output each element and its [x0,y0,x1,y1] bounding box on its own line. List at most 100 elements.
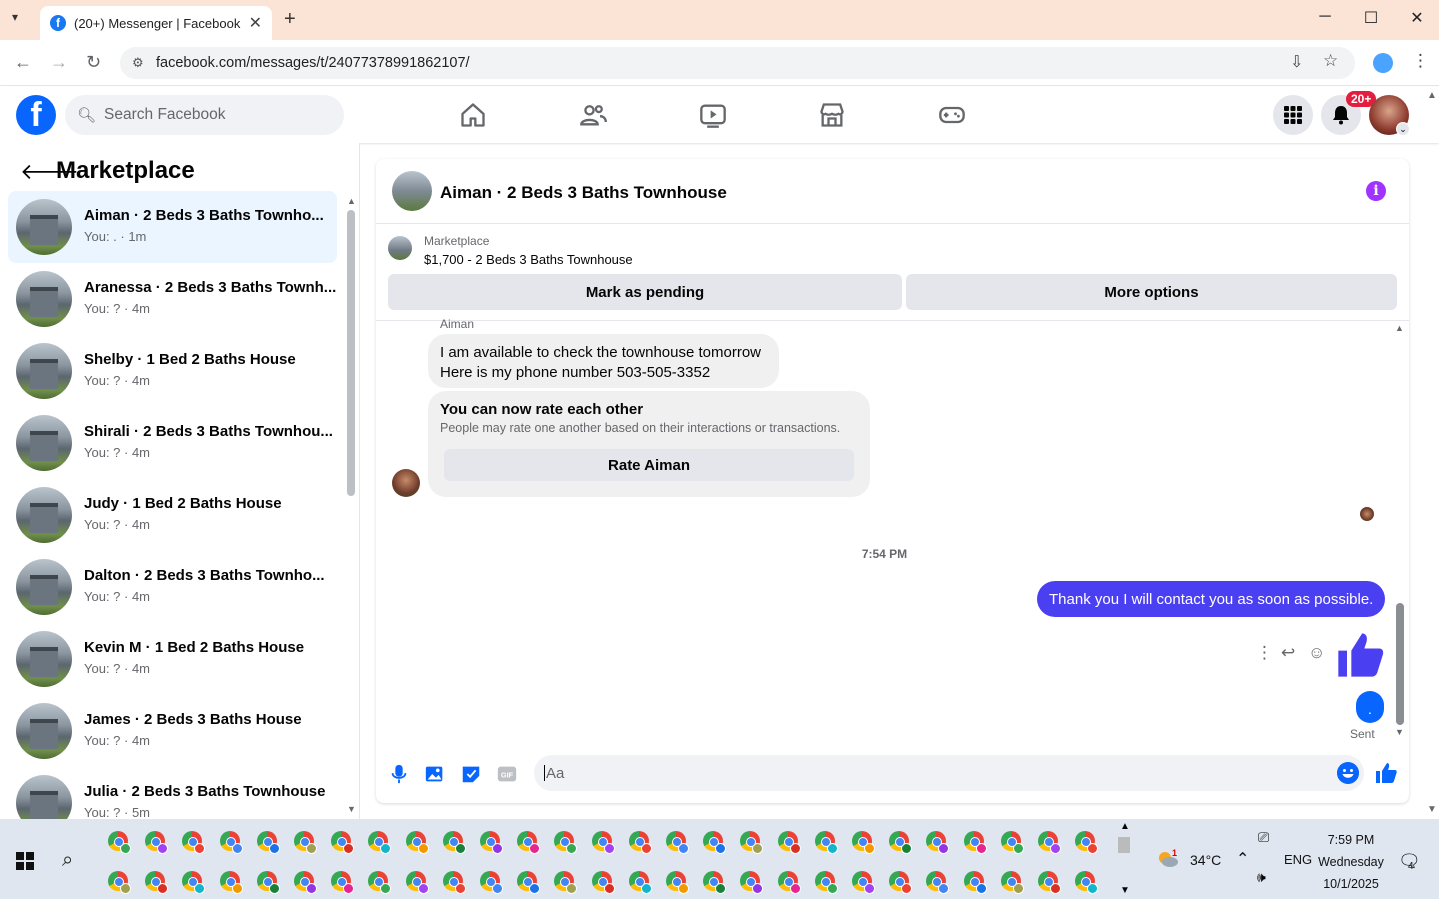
browser-menu-icon[interactable]: ⋮ [1412,51,1429,71]
chrome-profile-icon[interactable] [219,831,243,854]
taskbar-up-icon[interactable]: ▲ [1120,821,1130,832]
chrome-profile-icon[interactable] [703,871,727,894]
chrome-profile-icon[interactable] [1000,831,1024,854]
chrome-profile-icon[interactable] [703,831,727,854]
chrome-profile-icon[interactable] [591,831,615,854]
chrome-profile-icon[interactable] [554,871,578,894]
outgoing-dot-message[interactable]: . [1356,691,1384,723]
taskbar-scroll-thumb[interactable] [1118,837,1130,853]
conversation-item[interactable]: Shelby · 1 Bed 2 Baths House You: ? · 4m [8,335,337,407]
site-info-icon[interactable]: ⚙ [132,55,144,71]
chrome-profile-icon[interactable] [294,831,317,854]
new-tab-button[interactable]: + [284,8,296,31]
chrome-profile-icon[interactable] [814,871,838,894]
more-options-button[interactable]: More options [906,274,1397,310]
chrome-profile-icon[interactable] [294,871,317,894]
video-icon[interactable] [699,101,727,129]
scroll-up-arrow-icon[interactable]: ▲ [347,196,356,206]
temperature-text[interactable]: 34°C [1190,852,1221,868]
bookmark-star-icon[interactable]: ☆ [1323,51,1338,71]
photo-icon[interactable] [424,763,446,785]
chrome-profile-icon[interactable] [963,831,987,854]
microphone-icon[interactable] [388,763,410,785]
chat-listing-thumbnail[interactable] [392,171,432,211]
sidebar-scrollbar[interactable] [347,210,355,496]
friends-icon[interactable] [579,101,607,129]
page-scroll-down-icon[interactable]: ▼ [1427,804,1437,815]
conversation-item[interactable]: Shirali · 2 Beds 3 Baths Townhou... You:… [8,407,337,479]
chrome-profile-icon[interactable] [368,831,392,854]
rate-aiman-button[interactable]: Rate Aiman [444,449,854,481]
conversation-item[interactable]: Judy · 1 Bed 2 Baths House You: ? · 4m [8,479,337,551]
windows-start-icon[interactable] [16,852,34,870]
message-input[interactable]: Aa [534,755,1364,791]
chrome-profile-icon[interactable] [666,831,689,854]
chrome-profile-icon[interactable] [926,871,950,894]
chrome-profile-icon[interactable] [517,831,541,854]
chrome-profile-icon[interactable] [554,831,578,854]
chat-scroll-up-icon[interactable]: ▲ [1395,323,1404,333]
address-bar[interactable]: ⚙ facebook.com/messages/t/24077378991862… [120,47,1355,79]
chrome-profile-icon[interactable] [889,871,913,894]
tab-close-icon[interactable]: ✕ [249,13,262,33]
gif-icon[interactable]: GIF [496,763,518,785]
react-emoji-icon[interactable]: ☺ [1308,643,1325,663]
chrome-profile-icon[interactable] [740,871,764,894]
tray-overflow-chevron-icon[interactable]: ⌃ [1236,849,1249,869]
maximize-button[interactable]: ☐ [1356,8,1386,28]
chrome-profile-icon[interactable] [368,871,392,894]
chrome-profile-icon[interactable] [145,831,169,854]
taskbar-scroll[interactable]: ▲ ▼ [1117,819,1133,899]
chrome-profile-icon[interactable] [182,831,206,854]
chrome-profile-icon[interactable] [889,831,913,854]
conversation-item[interactable]: Julia · 2 Beds 3 Baths Townhouse You: ? … [8,767,337,819]
chrome-profile-icon[interactable] [777,871,801,894]
language-indicator[interactable]: ENG [1284,852,1312,867]
sender-avatar[interactable] [392,469,420,497]
chrome-profile-icon[interactable] [852,871,875,894]
send-like-icon[interactable] [1374,761,1398,785]
search-input[interactable]: 🔍︎ Search Facebook [65,95,344,135]
chrome-profile-icon[interactable] [1075,871,1099,894]
chrome-profile-icon[interactable] [405,831,429,854]
more-actions-icon[interactable]: ⋮ [1256,643,1273,663]
chrome-profile-icon[interactable] [517,871,541,894]
account-chevron-icon[interactable]: ⌄ [1396,122,1410,136]
chrome-profile-icon[interactable] [591,871,615,894]
chat-title[interactable]: Aiman · 2 Beds 3 Baths Townhouse [440,183,727,203]
info-icon[interactable]: i [1366,181,1386,201]
gaming-icon[interactable] [938,101,966,129]
incoming-message-bubble[interactable]: I am available to check the townhouse to… [428,334,779,388]
chrome-profile-icon[interactable] [666,871,689,894]
conversation-item[interactable]: Dalton · 2 Beds 3 Baths Townho... You: ?… [8,551,337,623]
browser-tab-messenger[interactable]: f (20+) Messenger | Facebook ✕ [40,6,272,40]
chrome-profile-icon[interactable] [108,831,131,854]
chrome-profile-icon[interactable] [1038,871,1061,894]
emoji-icon[interactable] [1337,762,1359,784]
chrome-profile-icon[interactable] [480,871,503,894]
taskbar-search-icon[interactable]: ⌕ [62,849,73,872]
mark-as-pending-button[interactable]: Mark as pending [388,274,902,310]
reload-icon[interactable]: ↻ [86,52,101,73]
outgoing-message-bubble[interactable]: Thank you I will contact you as soon as … [1037,581,1386,617]
chat-scroll-down-icon[interactable]: ▼ [1395,727,1404,737]
extension-icon[interactable] [1373,53,1393,73]
forward-arrow-icon[interactable]: → [50,52,68,73]
menu-grid-button[interactable] [1273,95,1313,135]
volume-icon[interactable]: 🕪︎ [1257,869,1266,886]
chrome-profile-icon[interactable] [145,871,169,894]
chrome-profile-icon[interactable] [628,831,652,854]
scroll-down-arrow-icon[interactable]: ▼ [347,804,356,814]
back-arrow-icon[interactable]: ← [14,52,32,73]
chrome-profile-icon[interactable] [108,871,131,894]
chrome-profile-icon[interactable] [628,871,652,894]
chrome-profile-icon[interactable] [480,831,503,854]
facebook-logo[interactable]: f [16,95,56,135]
close-window-button[interactable]: ✕ [1402,8,1432,28]
chat-scrollbar[interactable] [1396,603,1404,725]
thumbs-up-sticker-icon[interactable] [1334,629,1386,681]
chrome-profile-icon[interactable] [926,831,950,854]
listing-price-title[interactable]: $1,700 - 2 Beds 3 Baths Townhouse [424,252,633,267]
chrome-profile-icon[interactable] [1038,831,1061,854]
chrome-profile-icon[interactable] [442,831,466,854]
